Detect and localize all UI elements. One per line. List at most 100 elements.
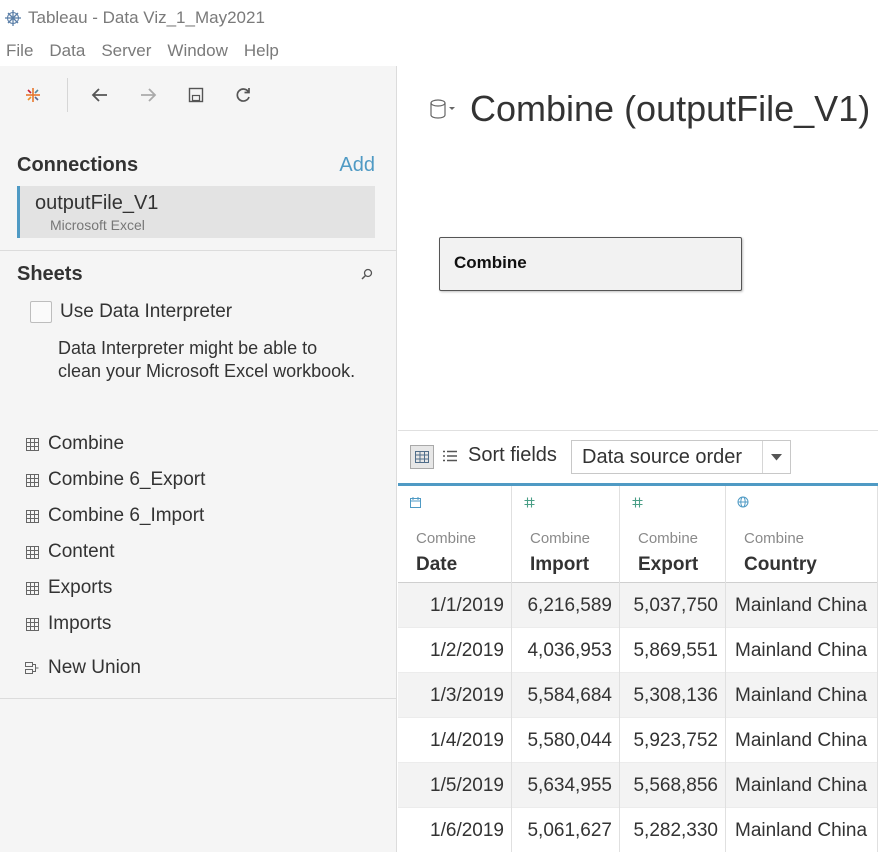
canvas-table-box[interactable]: Combine — [439, 237, 742, 291]
sheets-title: Sheets — [17, 262, 83, 285]
menu-bar: File Data Server Window Help — [0, 36, 878, 66]
connection-item[interactable]: outputFile_V1 Microsoft Excel — [17, 186, 375, 238]
search-icon[interactable] — [359, 266, 375, 282]
table-cell[interactable]: 5,923,752 — [620, 718, 726, 763]
table-cell[interactable]: 6,216,589 — [512, 583, 620, 628]
sheet-item[interactable]: Imports — [25, 606, 385, 642]
use-data-interpreter-checkbox[interactable] — [30, 301, 52, 323]
connection-type: Microsoft Excel — [50, 217, 145, 233]
data-source-title[interactable]: Combine (outputFile_V1) — [470, 88, 870, 130]
connection-name: outputFile_V1 — [35, 192, 159, 214]
menu-server[interactable]: Server — [101, 41, 151, 61]
refresh-icon[interactable] — [229, 81, 257, 109]
use-data-interpreter-label[interactable]: Use Data Interpreter — [60, 301, 232, 323]
table-cell[interactable]: Mainland China — [726, 673, 878, 718]
table-cell[interactable]: Mainland China — [726, 718, 878, 763]
table-cell[interactable]: Mainland China — [726, 628, 878, 673]
table-cell[interactable]: 5,037,750 — [620, 583, 726, 628]
table-icon — [25, 545, 39, 559]
data-grid: Combine Date Combine Import Combine Export Com… — [398, 483, 878, 852]
table-row: 1/2/2019 4,036,953 5,869,551 Mainland China — [398, 628, 878, 673]
table-cell[interactable]: 1/4/2019 — [398, 718, 512, 763]
title-bar: Tableau - Data Viz_1_May2021 — [0, 0, 878, 36]
data-source-canvas: Combine (outputFile_V1) Combine Sort fie… — [398, 66, 878, 852]
number-icon[interactable] — [522, 495, 536, 509]
sheet-label: Exports — [48, 577, 113, 598]
table-icon — [25, 473, 39, 487]
sort-fields-label: Sort fields — [468, 444, 557, 466]
column-source: Combine — [416, 530, 477, 547]
grid-view-icon[interactable] — [410, 445, 434, 469]
column-header-country[interactable]: Combine Country — [726, 486, 878, 583]
sheet-label: Content — [48, 541, 115, 562]
table-cell[interactable]: 4,036,953 — [512, 628, 620, 673]
table-cell[interactable]: 1/3/2019 — [398, 673, 512, 718]
menu-file[interactable]: File — [6, 41, 33, 61]
union-icon — [25, 661, 39, 675]
list-view-icon[interactable] — [442, 447, 458, 465]
table-cell[interactable]: 5,282,330 — [620, 808, 726, 852]
table-cell[interactable]: 5,869,551 — [620, 628, 726, 673]
table-icon — [25, 437, 39, 451]
sheets-header: Sheets — [17, 261, 375, 287]
tableau-logo-icon[interactable] — [19, 81, 47, 109]
table-icon — [25, 581, 39, 595]
grid-rows: 1/1/2019 6,216,589 5,037,750 Mainland China… — [398, 583, 878, 852]
arrow-right-icon[interactable] — [134, 81, 162, 109]
sheet-item[interactable]: Combine — [25, 426, 385, 462]
table-cell[interactable]: 1/1/2019 — [398, 583, 512, 628]
column-header-import[interactable]: Combine Import — [512, 486, 620, 583]
table-cell[interactable]: 5,568,856 — [620, 763, 726, 808]
column-name[interactable]: Country — [744, 554, 817, 576]
table-row: 1/5/2019 5,634,955 5,568,856 Mainland China — [398, 763, 878, 808]
table-cell[interactable]: 5,634,955 — [512, 763, 620, 808]
menu-data[interactable]: Data — [49, 41, 85, 61]
table-cell[interactable]: 5,308,136 — [620, 673, 726, 718]
column-name[interactable]: Export — [638, 554, 698, 576]
sheet-item[interactable]: Content — [25, 534, 385, 570]
canvas-table-label: Combine — [454, 253, 527, 272]
arrow-left-icon[interactable] — [86, 81, 114, 109]
data-interpreter-row: Use Data Interpreter — [30, 301, 232, 323]
grid-header: Combine Date Combine Import Combine Export Com… — [398, 483, 878, 583]
new-union-label: New Union — [48, 657, 141, 678]
table-cell[interactable]: Mainland China — [726, 763, 878, 808]
sheet-label: Combine — [48, 433, 125, 454]
save-icon[interactable] — [182, 81, 210, 109]
menu-window[interactable]: Window — [167, 41, 227, 61]
chevron-down-icon[interactable] — [762, 441, 790, 473]
sort-fields-dropdown[interactable]: Data source order — [571, 440, 791, 474]
new-union-item[interactable]: New Union — [25, 650, 141, 686]
add-connection-link[interactable]: Add — [339, 154, 375, 177]
calendar-icon[interactable] — [408, 495, 422, 509]
sheet-item[interactable]: Combine 6_Import — [25, 498, 385, 534]
table-cell[interactable]: 5,580,044 — [512, 718, 620, 763]
column-source: Combine — [530, 530, 591, 547]
table-row: 1/6/2019 5,061,627 5,282,330 Mainland China — [398, 808, 878, 852]
table-cell[interactable]: Mainland China — [726, 583, 878, 628]
sheet-item[interactable]: Combine 6_Export — [25, 462, 385, 498]
table-cell[interactable]: 1/5/2019 — [398, 763, 512, 808]
globe-icon[interactable] — [736, 495, 750, 509]
number-icon[interactable] — [630, 495, 644, 509]
column-source: Combine — [638, 530, 699, 547]
table-cell[interactable]: 5,584,684 — [512, 673, 620, 718]
sheet-label: Imports — [48, 613, 112, 634]
toolbar-separator — [67, 78, 68, 112]
menu-help[interactable]: Help — [244, 41, 279, 61]
database-dropdown-icon[interactable] — [428, 94, 458, 124]
column-header-date[interactable]: Combine Date — [398, 486, 512, 583]
column-source: Combine — [744, 530, 805, 547]
table-cell[interactable]: 1/6/2019 — [398, 808, 512, 852]
table-cell[interactable]: 5,061,627 — [512, 808, 620, 852]
column-name[interactable]: Date — [416, 554, 457, 576]
table-cell[interactable]: Mainland China — [726, 808, 878, 852]
connections-header: Connections Add — [17, 151, 375, 179]
column-name[interactable]: Import — [530, 554, 589, 576]
column-header-export[interactable]: Combine Export — [620, 486, 726, 583]
table-row: 1/1/2019 6,216,589 5,037,750 Mainland China — [398, 583, 878, 628]
grid-toolbar: Sort fields Data source order — [398, 431, 878, 483]
sheet-item[interactable]: Exports — [25, 570, 385, 606]
table-row: 1/4/2019 5,580,044 5,923,752 Mainland China — [398, 718, 878, 763]
table-cell[interactable]: 1/2/2019 — [398, 628, 512, 673]
